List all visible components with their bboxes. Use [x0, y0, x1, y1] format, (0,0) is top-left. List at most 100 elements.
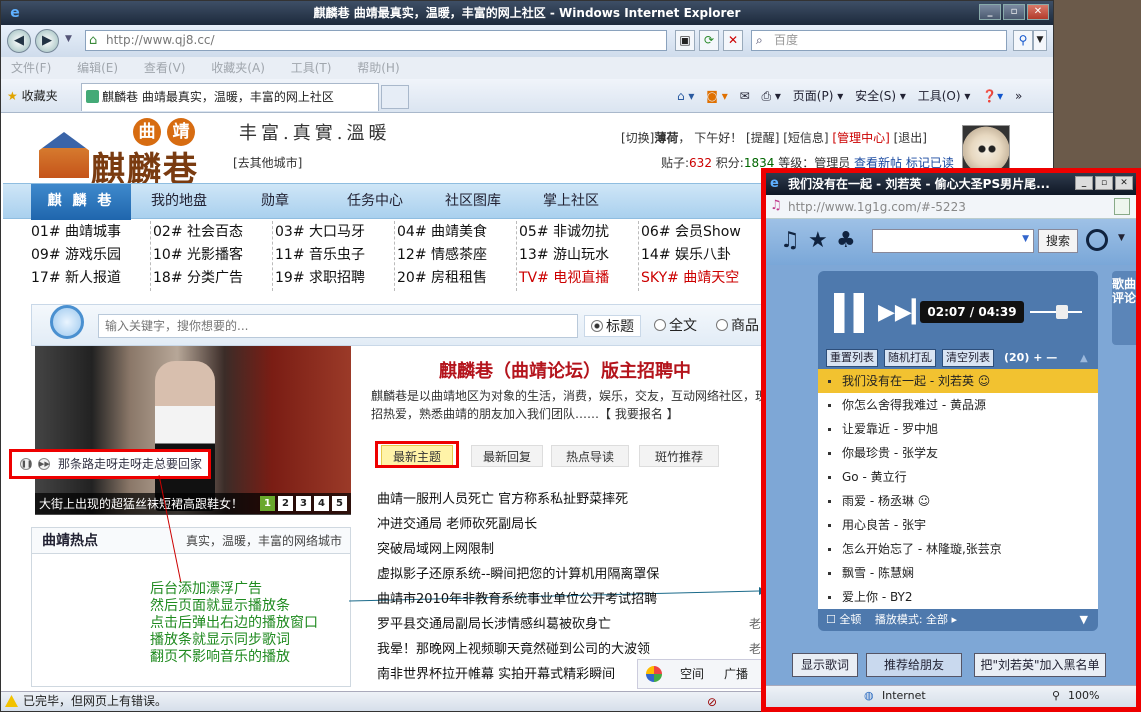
show-lyrics-button[interactable]: 显示歌词 [792, 653, 858, 677]
note-line: 播放条就显示同步歌词 [150, 632, 290, 648]
help-icon[interactable]: ❓▾ [982, 89, 1003, 103]
recruit-text: 麒麟巷是以曲靖地区为对象的生活，消费，娱乐，交友，互动网络社区，现 招热爱，熟悉… [371, 389, 768, 421]
broadcast-link[interactable]: 广播 [724, 660, 748, 688]
menu-favorites[interactable]: 收藏夹(A) [211, 61, 265, 75]
tools-menu[interactable]: 工具(O) ▾ [918, 89, 971, 103]
highlight-box [375, 441, 459, 468]
playlist: 我们没有在一起 - 刘若英 ☺ 你怎么舍得我难过 - 黄品源 让爱靠近 - 罗中… [818, 369, 1098, 609]
mail-icon[interactable]: ✉ [740, 89, 750, 103]
stop-button[interactable]: ✕ [723, 30, 743, 51]
blocked-icon[interactable]: ⊘ [707, 693, 717, 711]
search-provider-icon: ⌕ [756, 33, 763, 47]
thread-link[interactable]: 罗平县交通局副局长涉情感纠葛被砍身亡 [377, 612, 777, 637]
search-options-icon[interactable]: ▼ [1033, 30, 1047, 51]
menu-help[interactable]: 帮助(H) [357, 61, 399, 75]
clover-icon[interactable]: ♣ [836, 229, 856, 253]
song-comments-tab[interactable]: 歌曲评论 [1112, 271, 1136, 345]
playlist-item[interactable]: Go - 黄立行 [818, 465, 1098, 489]
tab-latest-replies[interactable]: 最新回复 [471, 445, 543, 467]
window-title: 麒麟巷 曲靖最真实，温暖，丰富的网上社区 - Windows Internet … [313, 6, 741, 20]
maximize-button[interactable]: ▫ [1003, 4, 1025, 20]
rss-icon[interactable]: ◙ ▾ [706, 89, 727, 103]
history-dropdown-icon[interactable]: ▼ [65, 34, 72, 44]
thread-link[interactable]: 冲进交通局 老师砍死副局长 [377, 512, 777, 537]
playlist-item-current[interactable]: 我们没有在一起 - 刘若英 ☺ [818, 369, 1098, 393]
warning-icon[interactable] [5, 695, 18, 707]
ie-icon: e [770, 176, 779, 191]
search-go-button[interactable]: ⚲ [1013, 30, 1033, 51]
clear-list-button[interactable]: 清空列表 [942, 349, 994, 367]
compat-view-icon[interactable] [1114, 198, 1130, 215]
zoom-level[interactable]: 100% [1068, 686, 1099, 706]
star-icon: ★ [7, 89, 18, 103]
note-line: 翻页不影响音乐的播放 [150, 649, 290, 665]
refresh-button[interactable]: ⟳ [699, 30, 719, 51]
home-icon[interactable]: ⌂ ▾ [677, 89, 694, 103]
player-search-input[interactable] [872, 229, 1034, 253]
volume-slider[interactable] [1030, 305, 1082, 319]
recruit-title[interactable]: 麒麟巷（曲靖论坛）版主招聘中 [439, 357, 691, 383]
select-all-checkbox[interactable]: ☐ 全顿 [826, 613, 861, 626]
url-field[interactable]: ⌂ http://www.qj8.cc/ [85, 30, 667, 51]
menu-edit[interactable]: 编辑(E) [77, 61, 118, 75]
thread-link[interactable]: 虚拟影子还原系统--瞬间把您的计算机用隔离罩保 [377, 562, 777, 587]
playlist-item[interactable]: 让爱靠近 - 罗中旭 [818, 417, 1098, 441]
search-field[interactable]: ⌕ 百度 [751, 30, 1007, 51]
thread-link[interactable]: 突破局域网上网限制 [377, 537, 777, 562]
safety-menu[interactable]: 安全(S) ▾ [855, 89, 906, 103]
playlist-item[interactable]: 飘雪 - 陈慧娴 [818, 561, 1098, 585]
forward-button[interactable]: ▶ [35, 29, 59, 53]
menu-view[interactable]: 查看(V) [144, 61, 186, 75]
page-menu[interactable]: 页面(P) ▾ [793, 89, 843, 103]
star-icon[interactable]: ★ [808, 229, 828, 253]
chevron-down-icon[interactable]: ▼ [1118, 233, 1125, 243]
recommend-button[interactable]: 推荐给朋友 [866, 653, 962, 677]
space-link[interactable]: 空间 [680, 660, 704, 688]
music-icon[interactable]: ♫ [780, 229, 800, 253]
tab-favicon [86, 90, 99, 103]
playlist-item[interactable]: 你怎么舍得我难过 - 黄品源 [818, 393, 1098, 417]
print-icon[interactable]: ⎙ ▾ [762, 89, 781, 103]
command-bar: ⌂ ▾ ◙ ▾ ✉ ⎙ ▾ 页面(P) ▾ 安全(S) ▾ 工具(O) ▾ ❓▾… [677, 87, 1030, 104]
back-button[interactable]: ◀ [7, 29, 31, 53]
playlist-item[interactable]: 雨爱 - 杨丞琳 ☺ [818, 489, 1098, 513]
zoom-icon[interactable]: ⚲ [1052, 686, 1060, 706]
popup-status-bar: ◍ Internet ⚲ 100% [766, 685, 1136, 707]
menu-bar: 文件(F) 编辑(E) 查看(V) 收藏夹(A) 工具(T) 帮助(H) [1, 57, 1053, 79]
favorites-button[interactable]: ★ 收藏夹 [7, 87, 58, 104]
popup-close-button[interactable]: ✕ [1115, 176, 1133, 190]
bottom-toolbar: 空间 广播 [637, 659, 777, 689]
playlist-item[interactable]: 你最珍贵 - 张学友 [818, 441, 1098, 465]
new-tab-button[interactable] [381, 85, 409, 109]
site-icon: ⌂ [89, 33, 98, 48]
apps-icon[interactable] [646, 666, 662, 682]
popup-maximize-button[interactable]: ▫ [1095, 176, 1113, 190]
reset-list-button[interactable]: 重置列表 [826, 349, 878, 367]
shuffle-button[interactable]: 随机打乱 [884, 349, 936, 367]
expand-icon[interactable]: ▼ [1080, 609, 1088, 631]
more-icon[interactable]: » [1015, 89, 1022, 103]
playlist-count: (20) + — [1004, 351, 1058, 364]
playlist-item[interactable]: 怎么开始忘了 - 林隆璇,张芸京 [818, 537, 1098, 561]
menu-file[interactable]: 文件(F) [11, 61, 51, 75]
thread-link[interactable]: 曲靖一服刑人员死亡 官方称系私扯野菜摔死 [377, 487, 777, 512]
note-line: 后台添加漂浮广告 [150, 581, 262, 597]
thread-link[interactable]: 曲靖市2010年非教育系统事业单位公开考试招聘 [377, 587, 777, 612]
playlist-item[interactable]: 用心良苦 - 张宇 [818, 513, 1098, 537]
note-line: 然后页面就显示播放条 [150, 598, 290, 614]
blacklist-button[interactable]: 把"刘若英"加入黑名单 [974, 653, 1106, 677]
play-mode[interactable]: 播放模式: 全部 ▸ [875, 613, 957, 626]
collapse-icon[interactable]: ▲ [1080, 353, 1088, 364]
browser-tab[interactable]: 麒麟巷 曲靖最真实，温暖，丰富的网上社区 [81, 83, 379, 111]
player-search-button[interactable]: 搜索 [1038, 229, 1078, 253]
close-button[interactable]: ✕ [1027, 4, 1049, 20]
clock-icon[interactable] [1086, 229, 1108, 251]
menu-tools[interactable]: 工具(T) [291, 61, 332, 75]
tab-recommend[interactable]: 斑竹推荐 [639, 445, 719, 467]
tab-hot[interactable]: 热点导读 [551, 445, 629, 467]
popup-minimize-button[interactable]: _ [1075, 176, 1093, 190]
minimize-button[interactable]: _ [979, 4, 1001, 20]
pause-button[interactable] [834, 293, 864, 333]
compat-view-button[interactable]: ▣ [675, 30, 695, 51]
playlist-item[interactable]: 爱上你 - BY2 [818, 585, 1098, 609]
